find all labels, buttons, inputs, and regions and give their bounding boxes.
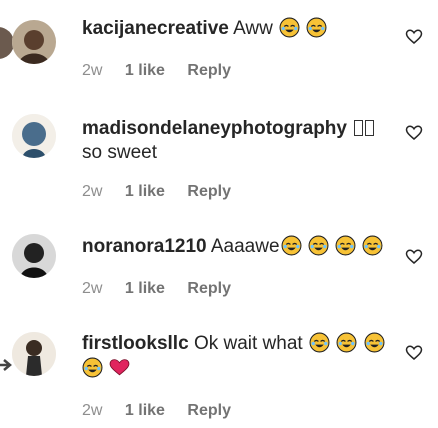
comment-age: 2w bbox=[82, 402, 103, 419]
comment-text-line: noranora1210 Aaaawe bbox=[82, 234, 383, 259]
laughing-crying-face-emoji bbox=[336, 332, 357, 353]
avatar[interactable] bbox=[12, 234, 56, 278]
laughing-crying-face-emoji bbox=[364, 332, 385, 353]
comment-meta: 2w 1 like Reply bbox=[82, 402, 249, 420]
comment-username[interactable]: kacijanecreative bbox=[82, 18, 229, 39]
heart-outline-icon[interactable] bbox=[405, 28, 423, 46]
heart-outline-icon[interactable] bbox=[405, 124, 423, 142]
laughing-crying-face-emoji bbox=[309, 332, 330, 353]
reply-button[interactable]: Reply bbox=[187, 62, 231, 79]
comment-meta: 2w 1 like Reply bbox=[82, 280, 249, 298]
comment-text: Ok wait what bbox=[193, 333, 303, 354]
avatar[interactable] bbox=[12, 332, 56, 376]
heart-outline-icon[interactable] bbox=[405, 344, 423, 362]
comment-emoji-line bbox=[82, 356, 130, 381]
laughing-crying-face-emoji bbox=[308, 235, 329, 256]
comment-text: Aww bbox=[233, 18, 273, 39]
comment-text-line: madisondelaneyphotography bbox=[82, 116, 378, 141]
laughing-crying-face-emoji bbox=[362, 235, 383, 256]
unrendered-glyph bbox=[354, 120, 364, 136]
comment-username[interactable]: noranora1210 bbox=[82, 236, 207, 257]
comment-username[interactable]: firstlooksllc bbox=[82, 333, 189, 354]
reply-button[interactable]: Reply bbox=[187, 280, 231, 297]
red-heart-emoji bbox=[109, 357, 130, 378]
comment-username[interactable]: madisondelaneyphotography bbox=[82, 118, 347, 139]
comment-like-count[interactable]: 1 like bbox=[125, 183, 165, 200]
unrendered-glyph bbox=[365, 120, 375, 136]
reply-button[interactable]: Reply bbox=[187, 402, 231, 419]
comment-age: 2w bbox=[82, 280, 103, 297]
comment-like-count[interactable]: 1 like bbox=[125, 402, 165, 419]
laughing-crying-face-emoji bbox=[281, 235, 302, 256]
comment-text-line: kacijanecreative Aww bbox=[82, 16, 378, 41]
comment-age: 2w bbox=[82, 183, 103, 200]
laughing-crying-face-emoji bbox=[279, 17, 300, 38]
laughing-crying-face-emoji bbox=[335, 235, 356, 256]
avatar[interactable] bbox=[12, 114, 56, 158]
heart-outline-icon[interactable] bbox=[405, 248, 423, 266]
comment-meta: 2w 1 like Reply bbox=[82, 62, 249, 80]
laughing-crying-face-emoji bbox=[306, 17, 327, 38]
laughing-crying-face-emoji bbox=[82, 357, 103, 378]
comment-text: so sweet bbox=[82, 142, 157, 163]
comment-meta: 2w 1 like Reply bbox=[82, 183, 249, 201]
arrow-right-icon bbox=[0, 359, 12, 371]
comment-text: Aaaawe bbox=[210, 236, 280, 257]
comment-like-count[interactable]: 1 like bbox=[125, 280, 165, 297]
avatar[interactable] bbox=[12, 20, 56, 64]
comment-like-count[interactable]: 1 like bbox=[125, 62, 165, 79]
comment-age: 2w bbox=[82, 62, 103, 79]
reply-button[interactable]: Reply bbox=[187, 183, 231, 200]
comment-text-line: firstlooksllc Ok wait what bbox=[82, 331, 385, 356]
